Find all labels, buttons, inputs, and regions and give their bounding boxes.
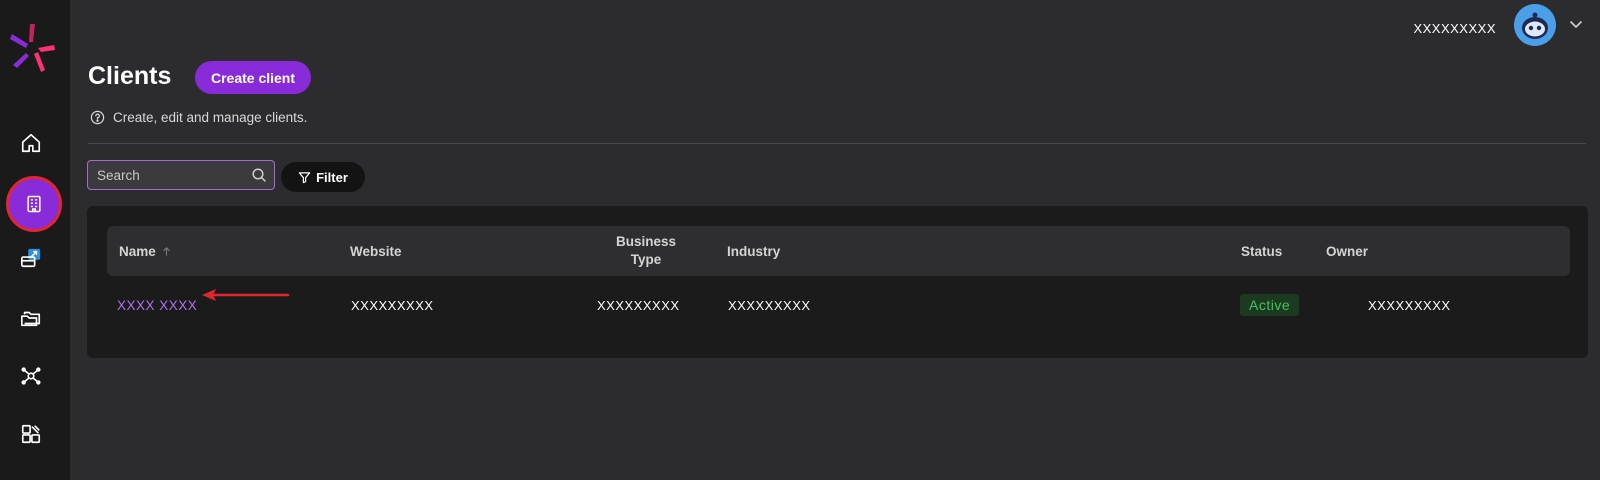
robot-avatar-icon xyxy=(1514,4,1556,46)
industry-cell: XXXXXXXXX xyxy=(728,297,811,313)
column-header-business-type-line2: Type xyxy=(630,252,662,267)
table-header: Name Website Business Type Industry Stat… xyxy=(107,226,1570,276)
help-circle-icon xyxy=(90,110,105,125)
sidebar-item-home[interactable] xyxy=(13,125,49,161)
column-header-website: Website xyxy=(350,226,402,276)
column-header-business-type: Business Type xyxy=(601,226,691,276)
filter-button[interactable]: Filter xyxy=(281,162,365,192)
status-badge: Active xyxy=(1240,294,1300,316)
column-header-owner-label: Owner xyxy=(1326,243,1369,259)
rocket-card-icon xyxy=(21,248,41,268)
page-description: Create, edit and manage clients. xyxy=(90,110,307,125)
annotation-arrow-icon xyxy=(202,289,290,301)
sidebar-item-files[interactable] xyxy=(13,300,49,336)
page-title: Clients xyxy=(88,62,172,90)
sidebar-item-clients[interactable] xyxy=(6,176,62,232)
column-header-business-type-line1: Business xyxy=(615,234,677,249)
client-name-link[interactable]: XXXX XXXX xyxy=(117,298,197,313)
folders-icon xyxy=(21,311,41,327)
layout-grid-icon xyxy=(21,424,41,444)
filter-label: Filter xyxy=(316,169,348,185)
client-name-cell: XXXX XXXX xyxy=(117,282,197,328)
home-icon xyxy=(21,133,41,153)
chevron-down-icon[interactable] xyxy=(1568,16,1584,32)
sidebar-item-campaigns[interactable] xyxy=(13,240,49,276)
main-content: XXXXXXXXX Clients Create client Create, … xyxy=(70,0,1600,480)
column-header-name-label: Name xyxy=(119,243,156,259)
column-header-industry: Industry xyxy=(727,226,780,276)
column-header-status-label: Status xyxy=(1241,243,1283,259)
network-icon xyxy=(21,367,41,385)
search-input[interactable] xyxy=(88,161,274,189)
search-field xyxy=(87,160,275,190)
column-header-website-label: Website xyxy=(350,243,402,259)
sidebar-item-integrations[interactable] xyxy=(13,358,49,394)
status-cell: Active xyxy=(1240,282,1300,328)
building-icon xyxy=(27,195,41,213)
sort-arrow-up-icon[interactable] xyxy=(161,246,172,257)
business-type-cell: XXXXXXXXX xyxy=(597,297,680,313)
search-icon[interactable] xyxy=(251,167,267,183)
create-client-button[interactable]: Create client xyxy=(195,61,311,94)
column-header-industry-label: Industry xyxy=(727,243,781,259)
app-logo-icon[interactable] xyxy=(8,22,58,74)
column-header-name[interactable]: Name xyxy=(119,226,172,276)
user-avatar[interactable] xyxy=(1514,4,1556,46)
sidebar xyxy=(0,0,70,480)
column-header-owner: Owner xyxy=(1326,226,1368,276)
page-description-text: Create, edit and manage clients. xyxy=(113,110,308,125)
divider xyxy=(88,143,1586,144)
owner-cell: XXXXXXXXX xyxy=(1368,297,1451,313)
column-header-status: Status xyxy=(1241,226,1282,276)
website-cell: XXXXXXXXX xyxy=(351,297,434,313)
sidebar-item-templates[interactable] xyxy=(13,416,49,452)
table-row[interactable]: XXXX XXXX XXXXXXXXX XXXXXXXXX XXXXXXXXX … xyxy=(107,282,1570,328)
clients-table: Name Website Business Type Industry Stat… xyxy=(87,206,1588,358)
filter-icon xyxy=(298,171,311,183)
user-name: XXXXXXXXX xyxy=(1413,21,1496,36)
